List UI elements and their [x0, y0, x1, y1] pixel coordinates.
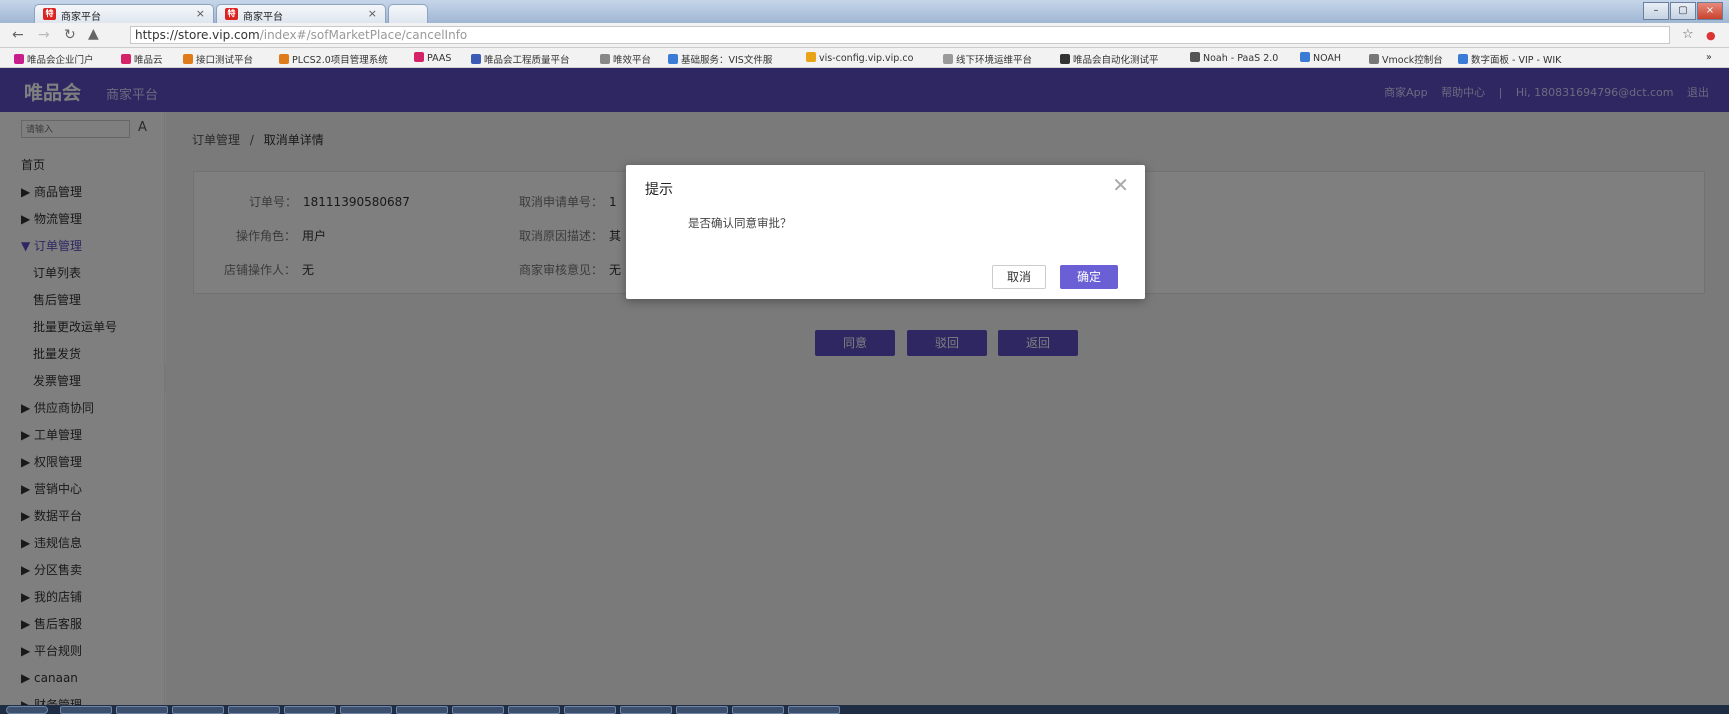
taskbar-app-button[interactable]	[228, 706, 280, 714]
bookmark-item[interactable]: Vmock控制台	[1369, 52, 1443, 66]
bookmark-item[interactable]: vis-config.vip.vip.co	[806, 52, 913, 64]
bookmark-label: PAAS	[427, 53, 452, 64]
address-bar-row: ← → ↻ ▲ https://store.vip.com/index#/sof…	[0, 23, 1729, 48]
more-bookmarks-icon[interactable]: »	[1706, 52, 1712, 63]
bookmark-item[interactable]: 接口测试平台	[183, 52, 253, 66]
bookmark-item[interactable]: 唯品会自动化测试平	[1060, 52, 1159, 66]
bookmark-item[interactable]: 唯品云	[121, 52, 163, 66]
bookmark-item[interactable]: NOAH	[1300, 52, 1341, 64]
bookmark-icon	[1458, 54, 1468, 64]
close-icon[interactable]: ✕	[1112, 173, 1129, 197]
bookmark-item[interactable]: 唯品会企业门户	[14, 52, 94, 66]
bookmark-label: 基础服务：VIS文件服	[681, 55, 773, 66]
taskbar-app-button[interactable]	[284, 706, 336, 714]
taskbar-app-button[interactable]	[620, 706, 672, 714]
bookmark-label: 接口测试平台	[196, 55, 254, 66]
bookmark-label: 唯品会工程质量平台	[484, 55, 570, 66]
bookmark-item[interactable]: 数字面板 - VIP - WIK	[1458, 52, 1561, 66]
tab-favicon-icon: 特	[225, 8, 238, 20]
bookmark-label: 唯品会自动化测试平	[1073, 55, 1159, 66]
new-tab-button[interactable]	[388, 4, 428, 23]
taskbar-app-button[interactable]	[172, 706, 224, 714]
dialog-message: 是否确认同意审批？	[688, 216, 792, 230]
taskbar-app-button[interactable]	[788, 706, 840, 714]
confirm-dialog: 提示 ✕ 是否确认同意审批？ 取消 确定	[626, 165, 1145, 299]
close-tab-icon[interactable]: ×	[196, 7, 205, 20]
forward-arrow-icon[interactable]: →	[38, 27, 50, 43]
bookmarks-bar: 唯品会企业门户 唯品云 接口测试平台 PLCS2.0项目管理系统 PAAS 唯品…	[0, 48, 1729, 68]
bookmark-icon	[668, 54, 678, 64]
extension-icon[interactable]: ●	[1706, 29, 1716, 42]
bookmark-star-icon[interactable]: ☆	[1682, 27, 1694, 42]
bookmark-label: 线下环境运维平台	[956, 55, 1033, 66]
taskbar-app-button[interactable]	[452, 706, 504, 714]
bookmark-icon	[806, 52, 816, 62]
url-input[interactable]: https://store.vip.com/index#/sofMarketPl…	[130, 26, 1670, 44]
bookmark-label: 唯效平台	[613, 55, 652, 66]
url-path: /index#/sofMarketPlace/cancelInfo	[259, 28, 468, 42]
browser-tab-2[interactable]: 特 商家平台 ×	[216, 4, 386, 23]
bookmark-label: 唯品云	[134, 55, 163, 66]
confirm-button[interactable]: 确定	[1060, 265, 1118, 289]
bookmark-icon	[1060, 54, 1070, 64]
cancel-button[interactable]: 取消	[992, 265, 1046, 289]
bookmark-item[interactable]: Noah - PaaS 2.0	[1190, 52, 1278, 64]
bookmark-icon	[600, 54, 610, 64]
bookmark-label: 唯品会企业门户	[27, 55, 94, 66]
start-button[interactable]	[6, 706, 48, 714]
bookmark-label: Noah - PaaS 2.0	[1203, 53, 1279, 64]
insecure-warning-icon[interactable]: ▲	[88, 26, 99, 42]
bookmark-item[interactable]: 线下环境运维平台	[943, 52, 1032, 66]
taskbar-app-button[interactable]	[732, 706, 784, 714]
taskbar-app-button[interactable]	[116, 706, 168, 714]
bookmark-item[interactable]: 唯效平台	[600, 52, 651, 66]
reload-icon[interactable]: ↻	[64, 27, 76, 43]
bookmark-item[interactable]: PAAS	[414, 52, 451, 64]
bookmark-item[interactable]: 基础服务：VIS文件服	[668, 52, 772, 66]
dialog-title: 提示	[645, 182, 673, 198]
screen: 特 商家平台 × 特 商家平台 × – ▢ × ← → ↻ ▲ https://…	[0, 0, 1729, 714]
taskbar-app-button[interactable]	[396, 706, 448, 714]
taskbar-app-button[interactable]	[340, 706, 392, 714]
bookmark-icon	[1190, 52, 1200, 62]
maximize-window-icon[interactable]: ▢	[1670, 2, 1696, 20]
taskbar-app-button[interactable]	[60, 706, 112, 714]
tab-title: 商家平台	[61, 12, 101, 23]
bookmark-label: NOAH	[1313, 53, 1342, 64]
taskbar-app-button[interactable]	[676, 706, 728, 714]
bookmark-icon	[1369, 54, 1379, 64]
tab-title: 商家平台	[243, 12, 283, 23]
minimize-window-icon[interactable]: –	[1643, 2, 1669, 20]
bookmark-item[interactable]: PLCS2.0项目管理系统	[279, 52, 388, 66]
tab-favicon-icon: 特	[43, 8, 56, 20]
bookmark-icon	[471, 54, 481, 64]
taskbar-app-button[interactable]	[508, 706, 560, 714]
bookmark-label: Vmock控制台	[1382, 55, 1443, 66]
bookmark-icon	[414, 52, 424, 62]
bookmark-label: vis-config.vip.vip.co	[819, 53, 914, 64]
bookmark-item[interactable]: 唯品会工程质量平台	[471, 52, 570, 66]
taskbar-app-button[interactable]	[564, 706, 616, 714]
bookmark-icon	[121, 54, 131, 64]
close-window-icon[interactable]: ×	[1697, 2, 1723, 20]
bookmark-icon	[943, 54, 953, 64]
bookmark-icon	[14, 54, 24, 64]
bookmark-icon	[183, 54, 193, 64]
close-tab-icon[interactable]: ×	[368, 7, 377, 20]
bookmark-label: PLCS2.0项目管理系统	[292, 55, 388, 66]
back-arrow-icon[interactable]: ←	[12, 27, 24, 43]
bookmark-icon	[279, 54, 289, 64]
url-host: https://store.vip.com	[135, 28, 260, 42]
bookmark-label: 数字面板 - VIP - WIK	[1471, 55, 1562, 66]
bookmark-icon	[1300, 52, 1310, 62]
browser-tab-1[interactable]: 特 商家平台 ×	[34, 4, 214, 23]
os-taskbar	[0, 705, 1729, 714]
browser-tab-bar: 特 商家平台 × 特 商家平台 × – ▢ ×	[0, 0, 1729, 23]
